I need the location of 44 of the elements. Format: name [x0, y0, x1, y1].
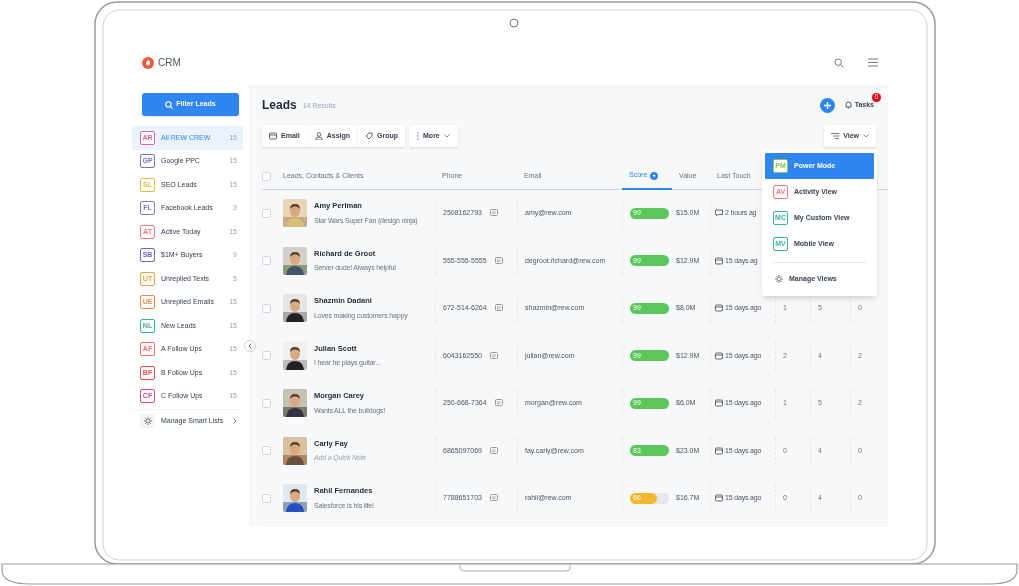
message-icon	[489, 446, 498, 455]
row-checkbox[interactable]	[262, 208, 271, 218]
search-icon[interactable]	[834, 57, 844, 68]
menu-icon[interactable]	[868, 58, 878, 67]
message-icon	[489, 494, 498, 503]
calendar-icon	[715, 399, 723, 408]
chevron-left-icon	[248, 343, 252, 349]
row-checkbox[interactable]	[262, 256, 271, 266]
plus-icon	[823, 101, 831, 109]
add-button[interactable]	[819, 97, 835, 113]
calendar-icon	[715, 446, 723, 455]
chevron-down-icon	[443, 134, 450, 138]
gear-icon	[143, 417, 152, 425]
bell-icon	[844, 101, 852, 109]
sort-icon	[650, 171, 659, 180]
calendar-icon	[715, 256, 723, 265]
app-title: CRM	[158, 56, 181, 70]
row-checkbox[interactable]	[262, 493, 271, 503]
sliders-icon	[831, 132, 840, 140]
collapse-sidebar-button[interactable]	[244, 340, 256, 352]
row-checkbox[interactable]	[262, 398, 271, 408]
gear-icon	[775, 275, 783, 283]
chevron-down-icon	[863, 134, 869, 138]
select-all-checkbox[interactable]	[262, 171, 271, 181]
message-icon	[494, 256, 503, 265]
calendar-icon	[715, 351, 723, 360]
page-title: Leads	[262, 97, 297, 114]
envelope-icon	[269, 132, 277, 140]
message-icon	[489, 351, 498, 360]
calendar-icon	[715, 494, 723, 503]
message-icon	[489, 209, 498, 218]
row-checkbox[interactable]	[262, 303, 271, 313]
tag-icon	[365, 132, 374, 140]
chat-bubble-icon	[715, 209, 723, 218]
person-icon	[314, 132, 323, 140]
message-icon	[494, 304, 503, 313]
message-icon	[494, 399, 503, 408]
calendar-icon	[715, 304, 723, 313]
row-checkbox[interactable]	[262, 351, 271, 361]
kebab-icon	[417, 132, 420, 140]
row-checkbox[interactable]	[262, 446, 271, 456]
flame-logo-icon	[142, 56, 154, 69]
search-icon	[165, 100, 174, 109]
chevron-right-icon	[233, 418, 237, 424]
